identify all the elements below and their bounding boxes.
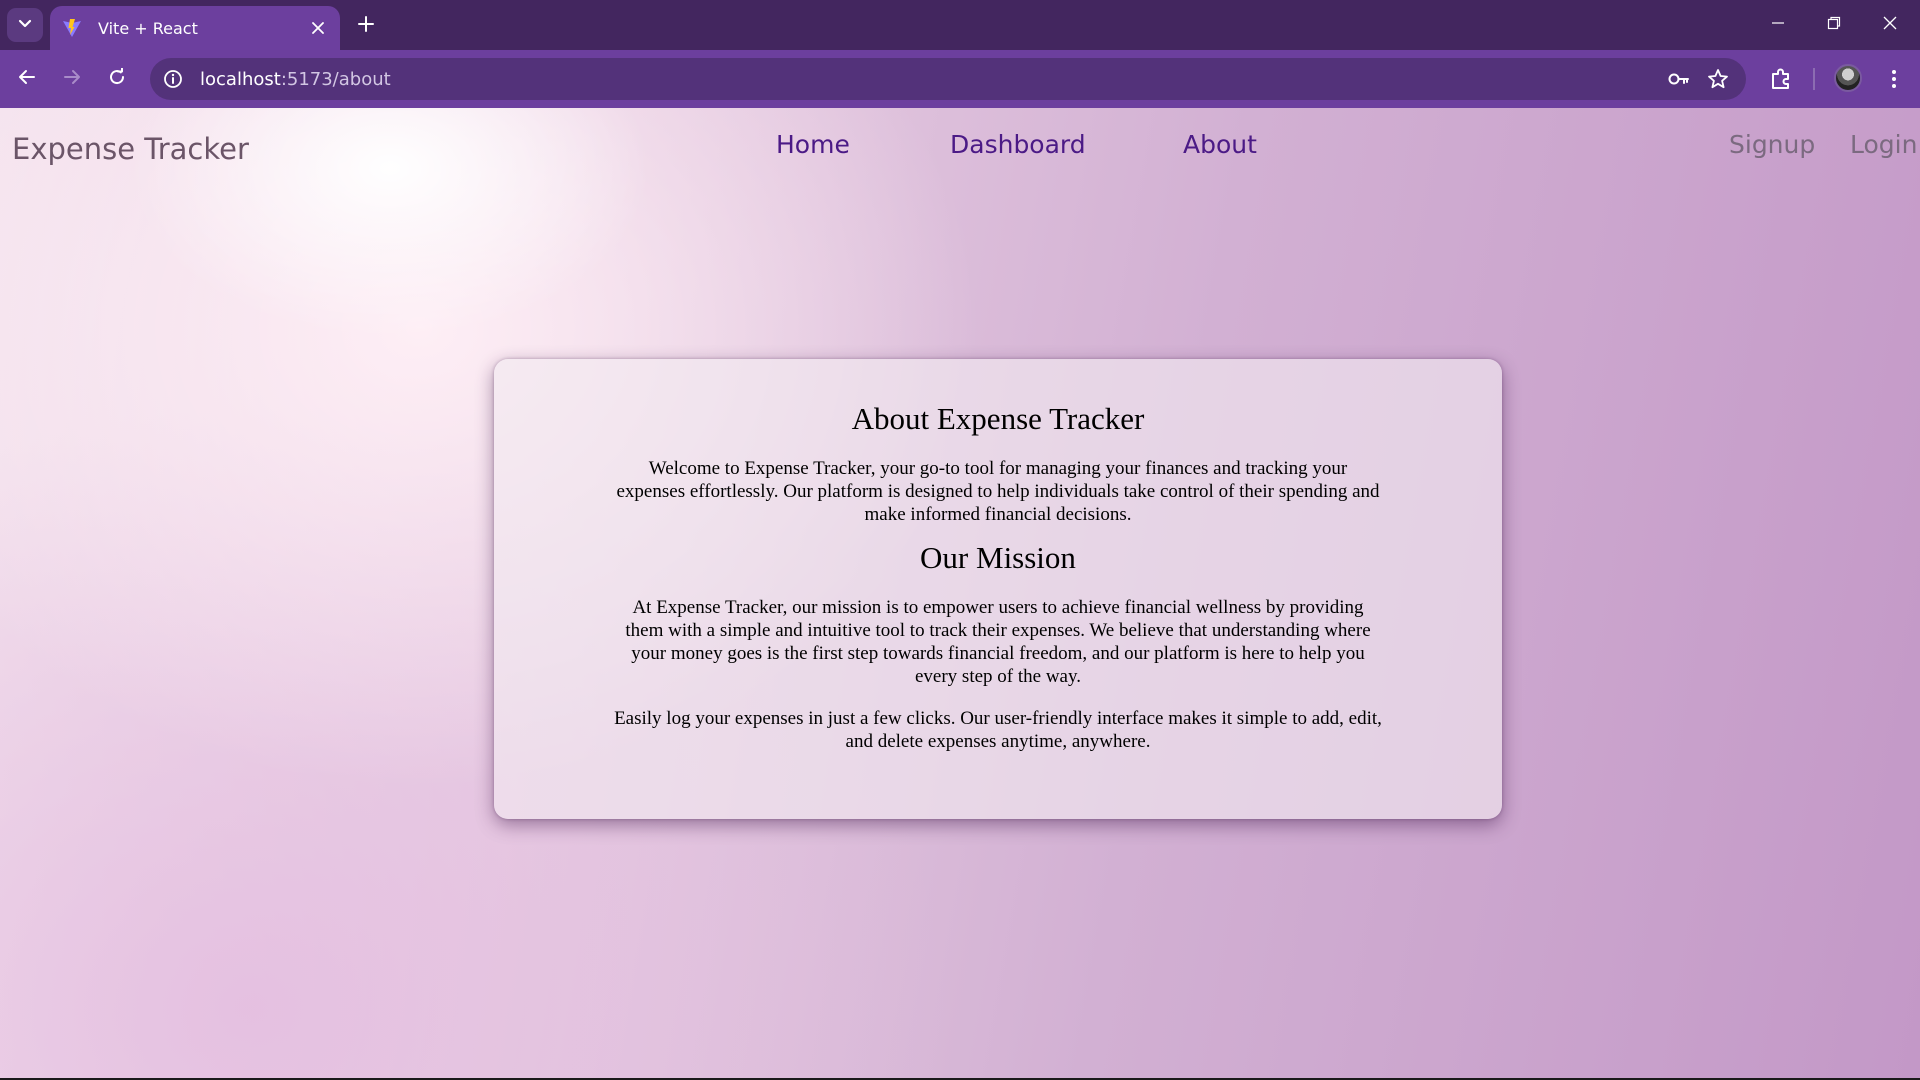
reload-button[interactable] <box>99 61 135 97</box>
minimize-icon <box>1771 16 1785 35</box>
tab-title: Vite + React <box>98 18 198 38</box>
brand-logo[interactable]: Expense Tracker <box>12 132 249 166</box>
browser-title-bar: Vite + React <box>0 0 1920 50</box>
minimize-button[interactable] <box>1758 8 1798 42</box>
arrow-left-icon <box>18 68 36 91</box>
tab-search-button[interactable] <box>7 8 43 42</box>
about-intro-text: Welcome to Expense Tracker, your go-to t… <box>616 458 1380 525</box>
new-tab-button[interactable] <box>352 12 380 40</box>
restore-button[interactable] <box>1814 8 1854 42</box>
arrow-right-icon <box>63 68 81 91</box>
nav-link-dashboard[interactable]: Dashboard <box>950 130 1086 159</box>
key-icon[interactable] <box>1666 67 1690 91</box>
browser-tab-active[interactable]: Vite + React <box>50 6 340 50</box>
close-icon <box>1883 16 1897 35</box>
feature-text: Easily log your expenses in just a few c… <box>614 708 1382 752</box>
back-button[interactable] <box>9 61 45 97</box>
nav-link-about[interactable]: About <box>1183 130 1257 159</box>
plus-icon <box>358 15 374 37</box>
address-bar[interactable]: localhost:5173/about <box>150 58 1746 100</box>
profile-avatar[interactable] <box>1834 64 1862 92</box>
signup-link[interactable]: Signup <box>1729 130 1815 159</box>
chevron-down-icon <box>18 16 32 34</box>
url-text[interactable]: localhost:5173/about <box>200 69 391 90</box>
login-link[interactable]: Login <box>1850 130 1917 159</box>
kebab-menu-icon[interactable] <box>1880 65 1908 93</box>
url-host: localhost <box>200 68 281 90</box>
reload-icon <box>108 66 126 91</box>
page-viewport: Expense Tracker Home Dashboard About Sig… <box>0 108 1920 1078</box>
mission-title: Our Mission <box>920 540 1076 575</box>
close-icon[interactable] <box>308 18 328 38</box>
close-window-button[interactable] <box>1870 8 1910 42</box>
vite-logo-icon <box>62 18 82 38</box>
browser-toolbar: localhost:5173/about <box>0 50 1920 108</box>
about-title: About Expense Tracker <box>851 401 1145 436</box>
star-icon[interactable] <box>1706 67 1730 91</box>
nav-link-home[interactable]: Home <box>776 130 850 159</box>
url-path: :5173/about <box>280 68 391 90</box>
restore-icon <box>1827 16 1841 35</box>
puzzle-icon[interactable] <box>1767 65 1795 93</box>
info-icon[interactable] <box>162 68 184 90</box>
forward-button[interactable] <box>54 61 90 97</box>
toolbar-divider <box>1813 68 1815 90</box>
mission-text: At Expense Tracker, our mission is to em… <box>625 597 1371 687</box>
about-card: About Expense Tracker Welcome to Expense… <box>494 359 1502 819</box>
